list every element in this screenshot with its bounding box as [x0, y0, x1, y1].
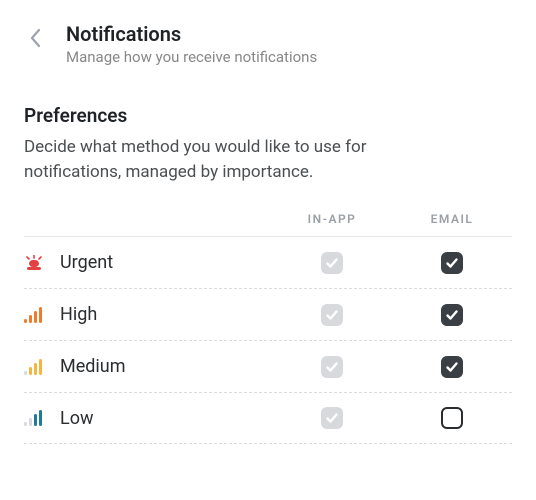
bars-2-icon: [24, 410, 52, 426]
checkbox-high-in-app: [321, 304, 343, 326]
row-label: Medium: [52, 356, 272, 377]
checkbox-low-email[interactable]: [441, 407, 463, 429]
page-subtitle: Manage how you receive notifications: [66, 48, 512, 66]
row-high: High: [24, 288, 512, 340]
checkbox-medium-email[interactable]: [441, 356, 463, 378]
section-title: Preferences: [24, 104, 512, 127]
section-description: Decide what method you would like to use…: [24, 135, 444, 184]
checkbox-high-email[interactable]: [441, 304, 463, 326]
siren-icon: [24, 255, 52, 271]
column-header-in-app: IN-APP: [272, 212, 392, 226]
chevron-left-icon: [29, 28, 43, 48]
checkbox-low-in-app: [321, 407, 343, 429]
back-button[interactable]: [24, 26, 48, 50]
preferences-table: IN-APP EMAIL Urgent High: [24, 212, 512, 444]
page-title: Notifications: [66, 22, 512, 46]
bars-3-icon: [24, 359, 52, 375]
row-medium: Medium: [24, 340, 512, 392]
checkbox-medium-in-app: [321, 356, 343, 378]
row-label: Urgent: [52, 252, 272, 273]
checkbox-urgent-in-app: [321, 252, 343, 274]
bars-4-icon: [24, 307, 52, 323]
row-low: Low: [24, 392, 512, 444]
row-label: High: [52, 304, 272, 325]
column-header-email: EMAIL: [392, 212, 512, 226]
checkbox-urgent-email[interactable]: [441, 252, 463, 274]
row-urgent: Urgent: [24, 236, 512, 288]
row-label: Low: [52, 408, 272, 429]
